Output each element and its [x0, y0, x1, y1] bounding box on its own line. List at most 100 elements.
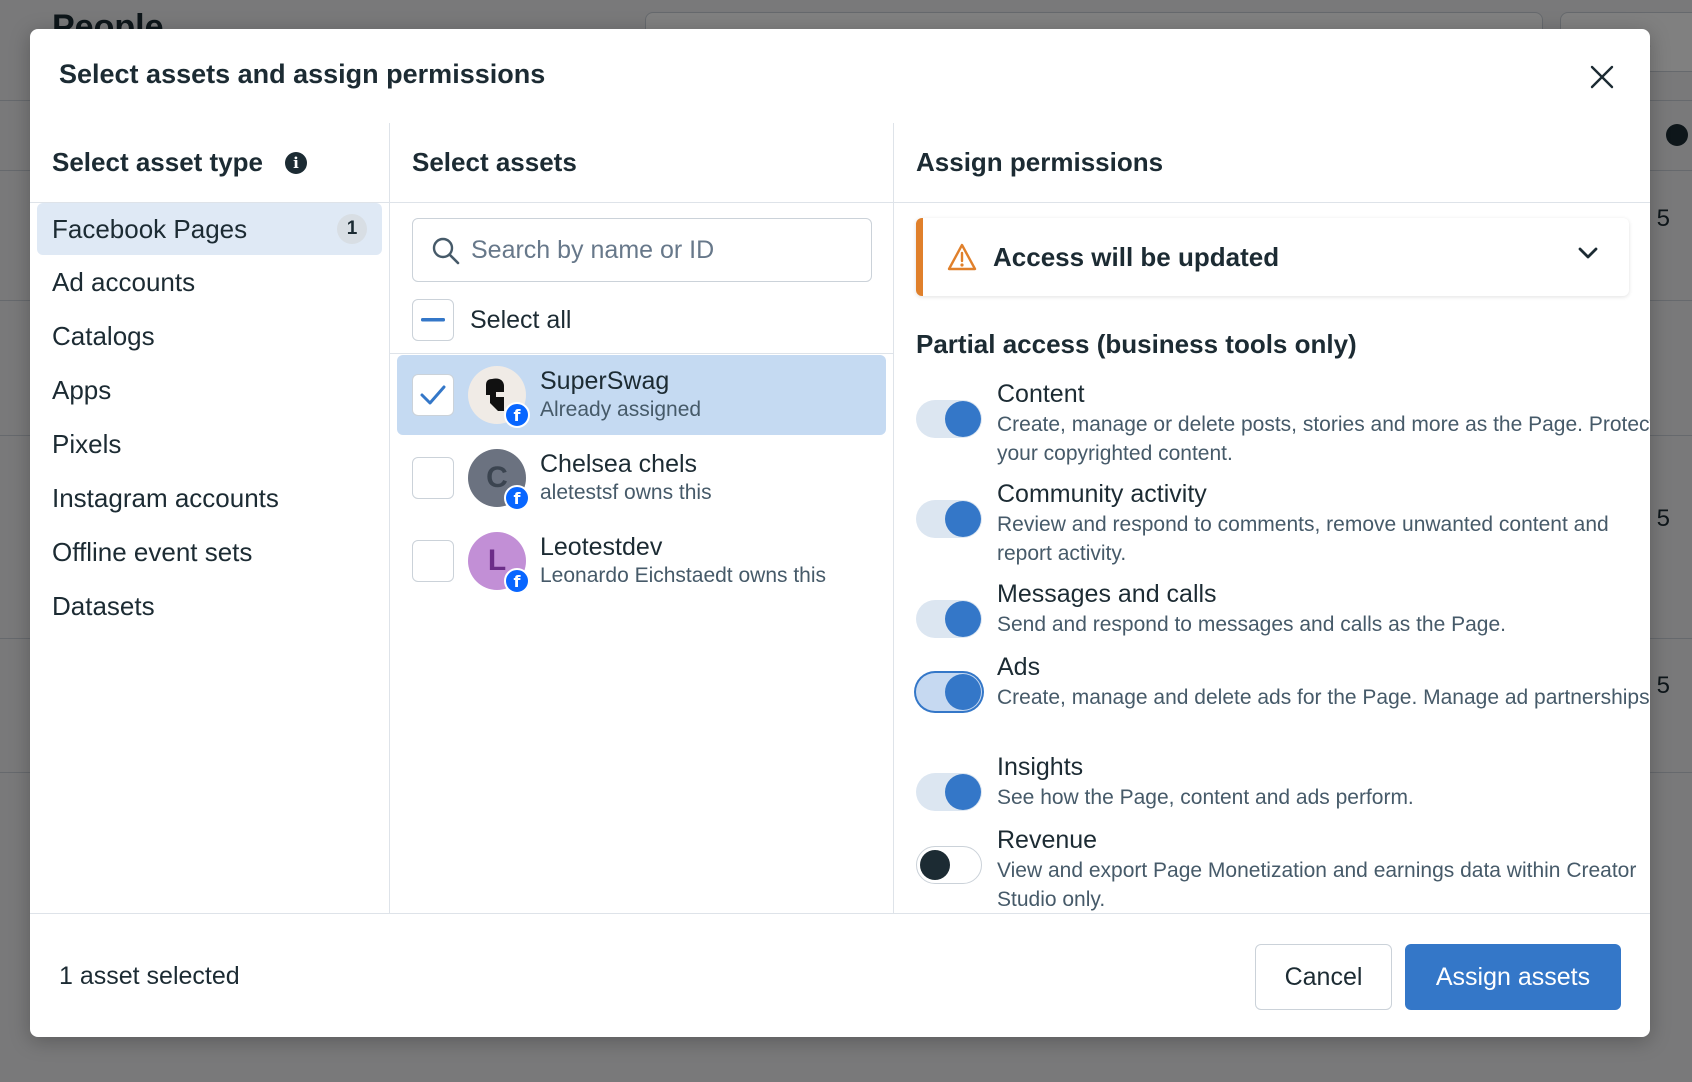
chevron-down-icon[interactable] — [1577, 246, 1599, 260]
permission-insights: Insights See how the Page, content and a… — [916, 751, 1650, 824]
count-badge: 1 — [337, 214, 367, 244]
asset-type-header: Select asset type i — [30, 123, 389, 203]
avatar: f — [468, 366, 530, 428]
asset-list: f SuperSwag Already assigned C f Chelsea… — [397, 355, 886, 604]
selected-count: 1 asset selected — [59, 962, 240, 990]
asset-type-label: Ad accounts — [52, 266, 196, 297]
avatar-letter: C — [486, 461, 508, 494]
permission-description: Review and respond to comments, remove u… — [997, 513, 1609, 565]
facebook-icon: f — [504, 485, 530, 511]
community-activity-toggle[interactable] — [916, 500, 982, 538]
permissions-title: Assign permissions — [916, 147, 1164, 177]
permission-name: Ads — [997, 653, 1041, 681]
asset-checkbox[interactable] — [412, 374, 454, 416]
messages-calls-toggle[interactable] — [916, 600, 982, 638]
dialog-header: Select assets and assign permissions — [30, 29, 1650, 123]
asset-name: Chelsea chels — [540, 450, 698, 478]
asset-type-label: Catalogs — [52, 320, 155, 351]
insights-toggle[interactable] — [916, 773, 982, 811]
asset-type-catalogs[interactable]: Catalogs — [37, 309, 382, 363]
info-icon[interactable]: i — [285, 151, 308, 174]
avatar: L f — [468, 532, 530, 594]
asset-type-label: Datasets — [52, 590, 155, 621]
cancel-button[interactable]: Cancel — [1255, 944, 1392, 1010]
asset-type-instagram-accounts[interactable]: Instagram accounts — [37, 471, 382, 525]
partial-access-title: Partial access (business tools only) — [916, 329, 1357, 359]
assets-divider — [390, 353, 893, 354]
background-info-icon — [1666, 124, 1688, 146]
background-row-value: 5 — [1656, 205, 1670, 232]
asset-type-label: Facebook Pages — [52, 213, 248, 244]
asset-type-label: Offline event sets — [52, 536, 253, 567]
asset-info: Chelsea chels aletestsf owns this — [540, 449, 712, 507]
asset-type-ad-accounts[interactable]: Ad accounts — [37, 255, 382, 309]
permission-name: Community activity — [997, 480, 1207, 508]
asset-subtitle: Already assigned — [540, 398, 702, 421]
asset-type-offline-event-sets[interactable]: Offline event sets — [37, 525, 382, 579]
permission-list: Content Create, manage or delete posts, … — [916, 378, 1650, 924]
ads-toggle[interactable] — [916, 673, 982, 711]
asset-type-datasets[interactable]: Datasets — [37, 579, 382, 633]
select-all-label: Select all — [470, 305, 572, 334]
permission-description: View and export Page Monetization and ea… — [997, 859, 1637, 911]
select-all-row: Select all — [412, 298, 571, 342]
access-update-alert[interactable]: Access will be updated — [916, 218, 1629, 296]
permission-content: Content Create, manage or delete posts, … — [916, 378, 1650, 478]
search-icon — [432, 237, 460, 265]
revenue-toggle[interactable] — [916, 846, 982, 884]
assets-header: Select assets — [390, 123, 893, 203]
permission-description: Create, manage or delete posts, stories … — [997, 413, 1650, 465]
permission-name: Messages and calls — [997, 580, 1217, 608]
permissions-header: Assign permissions — [894, 123, 1650, 203]
asset-type-facebook-pages[interactable]: Facebook Pages 1 — [37, 203, 382, 255]
assets-column: Select assets Search by name or ID Selec… — [390, 123, 894, 913]
asset-checkbox[interactable] — [412, 457, 454, 499]
facebook-icon: f — [504, 402, 530, 428]
select-all-checkbox[interactable] — [412, 299, 454, 341]
facebook-icon: f — [504, 568, 530, 594]
permission-name: Insights — [997, 753, 1084, 781]
asset-name: SuperSwag — [540, 367, 670, 395]
asset-type-column: Select asset type i Facebook Pages 1 Ad … — [30, 123, 390, 913]
asset-row-superswag[interactable]: f SuperSwag Already assigned — [397, 355, 886, 435]
permission-messages-calls: Messages and calls Send and respond to m… — [916, 578, 1650, 651]
avatar: C f — [468, 449, 530, 511]
permission-ads: Ads Create, manage and delete ads for th… — [916, 651, 1650, 751]
permission-description: Send and respond to messages and calls a… — [997, 613, 1507, 636]
asset-type-pixels[interactable]: Pixels — [37, 417, 382, 471]
assets-title: Select assets — [412, 147, 577, 177]
assign-permissions-dialog: Select assets and assign permissions Sel… — [30, 29, 1650, 1037]
asset-info: Leotestdev Leonardo Eichstaedt owns this — [540, 532, 826, 590]
asset-subtitle: aletestsf owns this — [540, 481, 712, 504]
asset-type-list: Facebook Pages 1 Ad accounts Catalogs Ap… — [30, 203, 389, 633]
asset-type-label: Apps — [52, 374, 112, 405]
close-button[interactable] — [1584, 59, 1620, 95]
background-row-value: 5 — [1656, 505, 1670, 532]
checkmark-icon — [420, 385, 446, 405]
indeterminate-icon — [421, 318, 445, 322]
permission-description: Create, manage and delete ads for the Pa… — [997, 686, 1650, 709]
permission-community-activity: Community activity Review and respond to… — [916, 478, 1650, 578]
permission-name: Content — [997, 380, 1085, 408]
asset-checkbox[interactable] — [412, 540, 454, 582]
permission-revenue: Revenue View and export Page Monetizatio… — [916, 824, 1650, 924]
asset-info: SuperSwag Already assigned — [540, 366, 701, 424]
asset-type-apps[interactable]: Apps — [37, 363, 382, 417]
search-placeholder: Search by name or ID — [471, 235, 715, 264]
asset-subtitle: Leonardo Eichstaedt owns this — [540, 564, 827, 587]
avatar-letter: L — [487, 544, 507, 577]
search-input[interactable]: Search by name or ID — [412, 218, 872, 282]
asset-row-leotestdev[interactable]: L f Leotestdev Leonardo Eichstaedt owns … — [397, 521, 886, 601]
asset-row-chelsea-chels[interactable]: C f Chelsea chels aletestsf owns this — [397, 438, 886, 518]
close-icon — [1590, 65, 1614, 89]
warning-icon — [947, 243, 977, 271]
background-row-value: 5 — [1656, 672, 1670, 699]
dialog-footer: 1 asset selected Cancel Assign assets — [30, 913, 1650, 1037]
permission-name: Revenue — [997, 826, 1098, 854]
content-toggle[interactable] — [916, 400, 982, 438]
permissions-column: Assign permissions Access will be update… — [894, 123, 1650, 913]
asset-type-label: Instagram accounts — [52, 482, 279, 513]
assign-assets-button[interactable]: Assign assets — [1405, 944, 1621, 1010]
alert-text: Access will be updated — [993, 241, 1280, 272]
asset-type-title: Select asset type — [52, 147, 264, 177]
